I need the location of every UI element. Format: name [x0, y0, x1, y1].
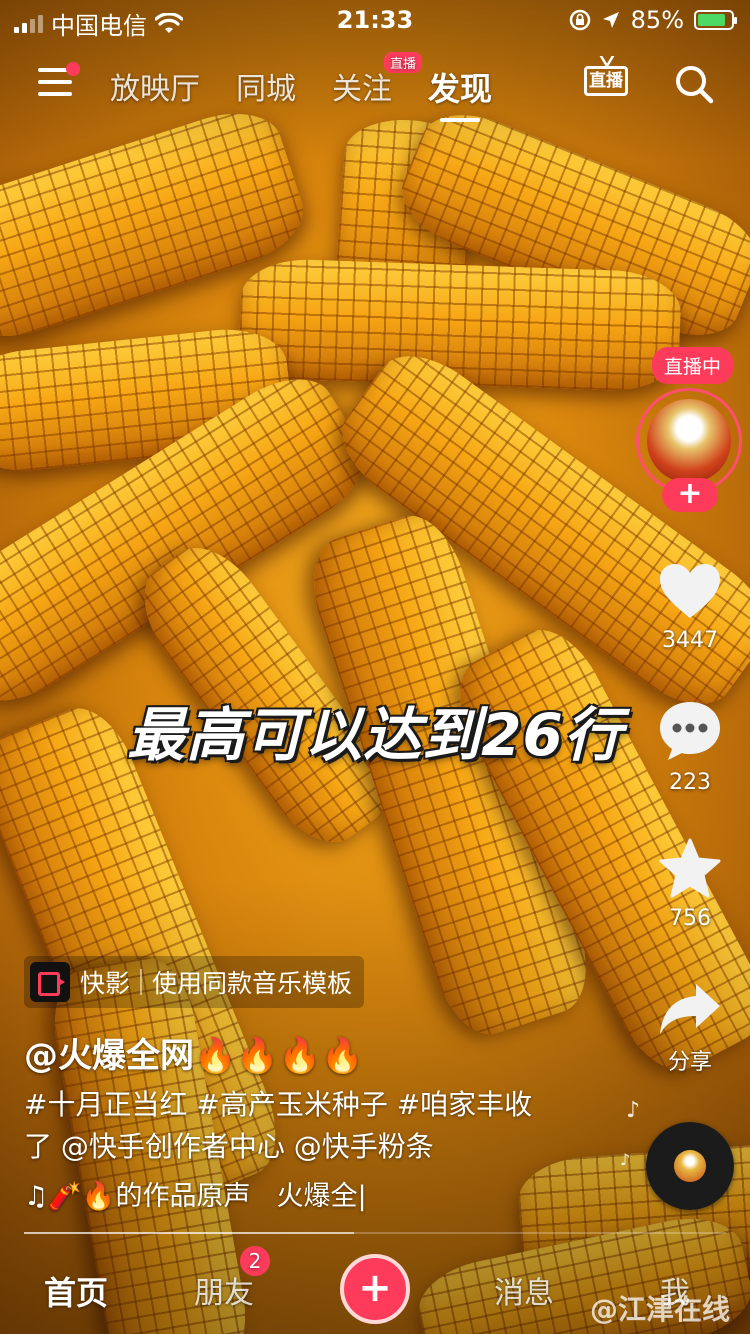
- music-note-icon: ♪: [626, 1098, 641, 1123]
- menu-button[interactable]: [38, 62, 80, 96]
- video-progress-bar[interactable]: [24, 1232, 726, 1234]
- comment-count: 223: [669, 770, 711, 795]
- friends-badge: 2: [240, 1246, 270, 1276]
- kuaiying-app-icon: [30, 962, 70, 1002]
- post-description: #十月正当红 #高产玉米种子 #咱家丰收 了 @快手创作者中心 @快手粉条: [24, 1084, 584, 1168]
- battery-percent: 85%: [630, 6, 684, 34]
- status-bar: 中国电信 21:33 85%: [0, 0, 750, 40]
- location-icon: [602, 12, 619, 28]
- music-track-name: 火爆全|: [276, 1181, 367, 1212]
- create-button[interactable]: +: [340, 1254, 410, 1324]
- share-label: 分享: [667, 1050, 712, 1075]
- description-line-1[interactable]: #十月正当红 #高产玉米种子 #咱家丰收: [24, 1084, 584, 1126]
- orientation-lock-icon: [569, 9, 590, 31]
- live-tv-label: 直播: [584, 66, 628, 96]
- favorite-count: 756: [669, 906, 711, 931]
- live-now-pill: 直播中: [652, 347, 734, 384]
- tab-theater[interactable]: 放映厅: [110, 64, 200, 110]
- tab-following[interactable]: 关注 直播: [332, 52, 422, 110]
- tab-nearby[interactable]: 同城: [236, 64, 296, 110]
- heart-icon: [660, 564, 720, 618]
- battery-icon: [694, 10, 737, 30]
- share-button[interactable]: 分享: [650, 982, 730, 1076]
- music-cover: [674, 1150, 706, 1182]
- music-disc-button[interactable]: [646, 1122, 734, 1210]
- live-tv-button[interactable]: 直播: [582, 56, 632, 104]
- description-line-2[interactable]: 了 @快手创作者中心 @快手粉条: [24, 1126, 584, 1168]
- music-template-chip[interactable]: 快影 使用同款音乐模板: [24, 956, 365, 1008]
- top-navigation: 放映厅 同城 关注 直播 发现 直播: [0, 52, 750, 122]
- search-icon[interactable]: [674, 64, 714, 104]
- music-note-icon-small: ♪: [620, 1150, 631, 1169]
- feed-tabs: 放映厅 同城 关注 直播 发现: [110, 52, 528, 122]
- music-info[interactable]: ♫🧨🔥的作品原声 火爆全|: [24, 1174, 367, 1213]
- favorite-button[interactable]: 756: [650, 838, 730, 931]
- like-button[interactable]: 3447: [650, 562, 730, 653]
- tab-discover[interactable]: 发现: [428, 64, 492, 122]
- watermark: @江津在线: [589, 1293, 730, 1326]
- avatar: [647, 399, 731, 483]
- author-name[interactable]: @火爆全网🔥🔥🔥🔥: [24, 1028, 363, 1077]
- video-caption: 最高可以达到26行: [127, 701, 623, 769]
- follow-button[interactable]: +: [662, 478, 718, 512]
- divider: [140, 969, 143, 995]
- tab-following-label: 关注: [332, 72, 392, 107]
- tab-friends[interactable]: 朋友 2: [194, 1246, 270, 1312]
- notification-dot: [66, 62, 80, 76]
- music-source: ♫🧨🔥的作品原声: [24, 1181, 251, 1212]
- live-badge: 直播: [383, 52, 422, 73]
- share-arrow-icon: [660, 984, 720, 1034]
- template-action-text: 使用同款音乐模板: [152, 969, 353, 998]
- tab-home[interactable]: 首页: [44, 1268, 108, 1314]
- star-icon: [659, 838, 721, 898]
- template-app-name: 快影: [80, 969, 131, 998]
- video-progress-fill: [24, 1232, 354, 1234]
- tab-friends-label: 朋友: [194, 1276, 254, 1311]
- like-count: 3447: [662, 628, 718, 653]
- tab-messages[interactable]: 消息: [494, 1268, 554, 1312]
